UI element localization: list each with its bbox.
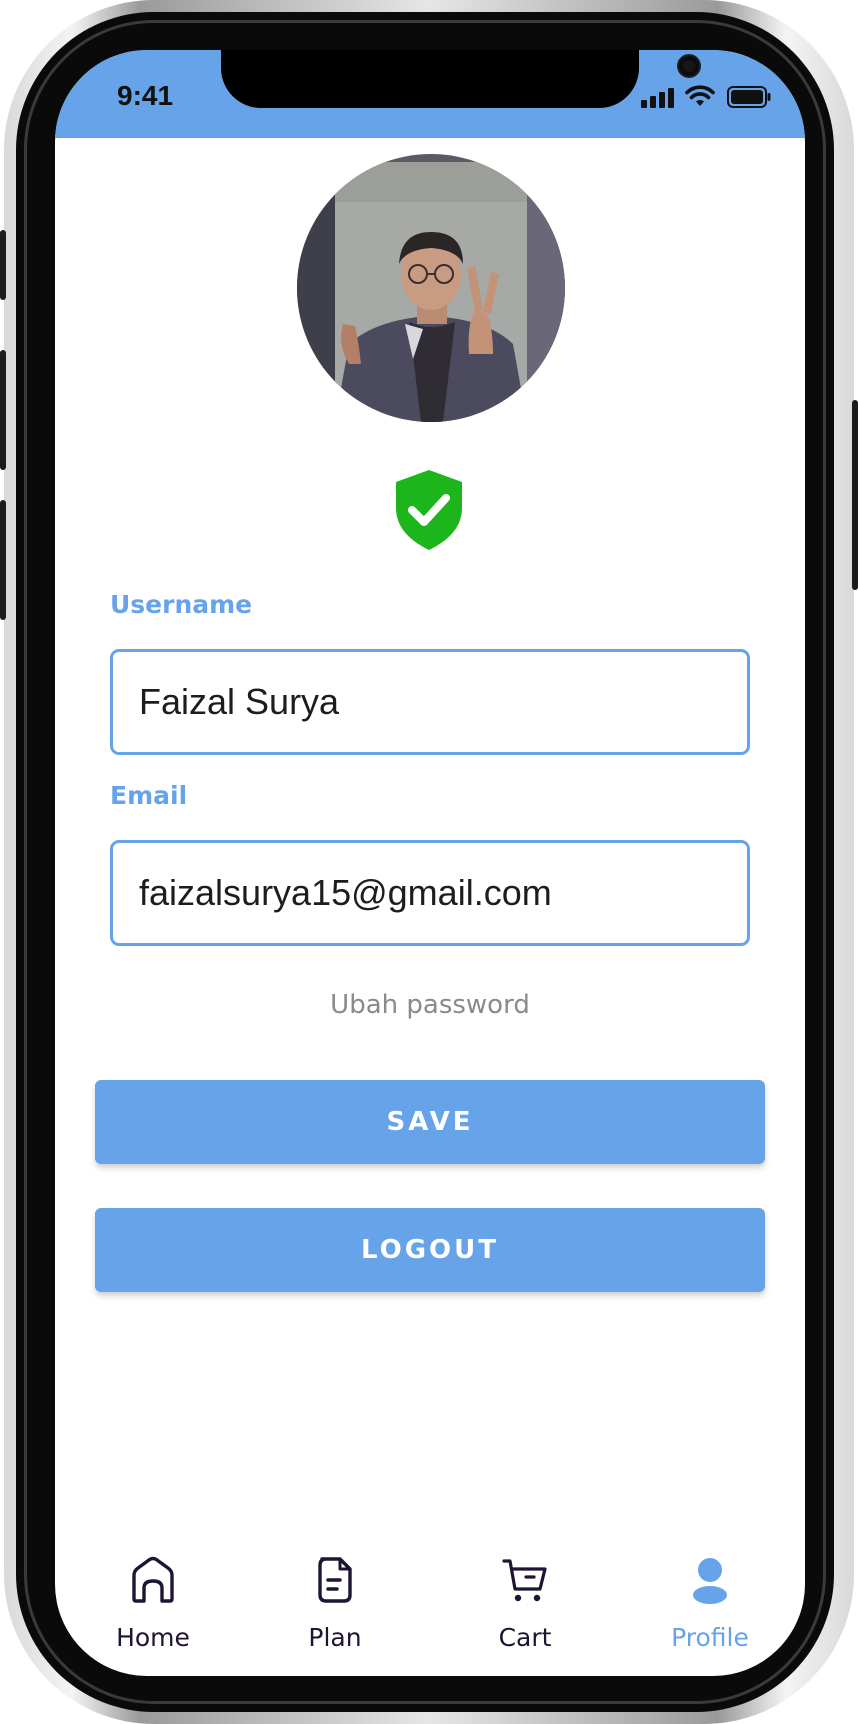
- logout-button[interactable]: LOGOUT: [95, 1208, 765, 1292]
- nav-label-plan: Plan: [308, 1623, 362, 1652]
- shield-check-icon: [396, 470, 462, 550]
- nav-item-plan[interactable]: Plan: [260, 1555, 410, 1665]
- user-icon: [693, 1558, 727, 1604]
- nav-label-cart: Cart: [498, 1623, 552, 1652]
- nav-label-profile: Profile: [671, 1623, 749, 1652]
- email-field-box[interactable]: [110, 840, 750, 946]
- profile-avatar[interactable]: [297, 154, 565, 422]
- side-button: [0, 230, 6, 300]
- battery-icon: [727, 86, 771, 108]
- signal-icon: [641, 88, 677, 108]
- wifi-icon: [685, 85, 715, 106]
- status-bar: 9:41: [55, 50, 805, 138]
- nav-item-profile[interactable]: Profile: [635, 1555, 785, 1665]
- username-label: Username: [110, 590, 253, 619]
- email-label: Email: [110, 781, 188, 810]
- profile-photo: [297, 154, 565, 422]
- username-input[interactable]: [139, 652, 719, 752]
- email-input[interactable]: [139, 843, 719, 943]
- nav-label-home: Home: [116, 1623, 190, 1652]
- change-password-link[interactable]: Ubah password: [55, 990, 805, 1020]
- home-icon: [132, 1556, 174, 1603]
- username-field-box[interactable]: [110, 649, 750, 755]
- cart-icon: [502, 1559, 547, 1602]
- camera-icon: [679, 56, 699, 76]
- status-time: 9:41: [117, 80, 174, 111]
- save-button[interactable]: SAVE: [95, 1080, 765, 1164]
- notch: [221, 50, 699, 108]
- nav-item-home[interactable]: Home: [78, 1555, 228, 1665]
- side-button: [0, 500, 6, 620]
- app-screen: 9:41 Username Faizal Surya Email faizals…: [55, 50, 805, 1676]
- nav-item-cart[interactable]: Cart: [450, 1555, 600, 1665]
- side-button: [0, 350, 6, 470]
- side-button: [852, 400, 858, 590]
- document-icon: [318, 1557, 352, 1603]
